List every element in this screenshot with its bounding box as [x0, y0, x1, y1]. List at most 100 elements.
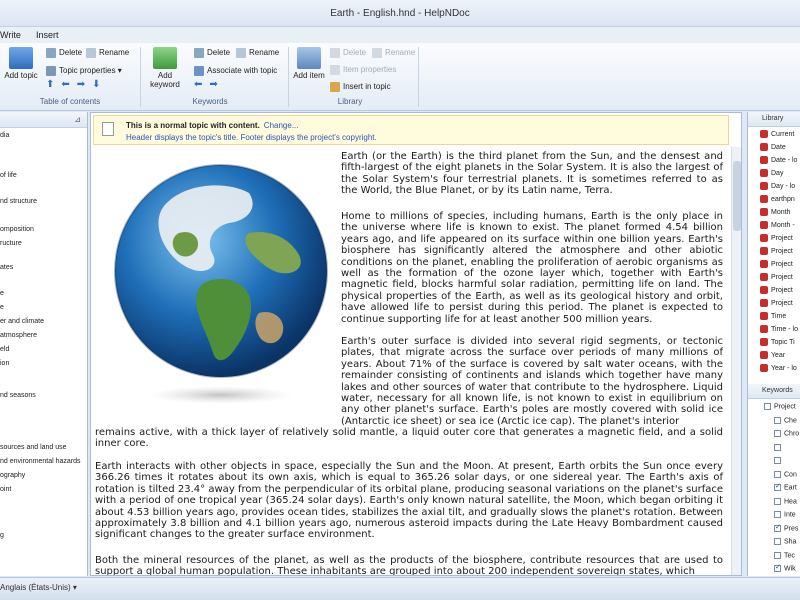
- library-item[interactable]: Day: [750, 169, 783, 177]
- library-item[interactable]: Month: [750, 208, 790, 216]
- delete-keyword-button[interactable]: Delete: [194, 47, 230, 59]
- keyword-item[interactable]: Sha: [750, 538, 796, 545]
- move-arrows[interactable]: ⬆⬅➡⬇: [46, 79, 108, 90]
- library-item[interactable]: Project: [750, 234, 793, 242]
- library-item[interactable]: earthpn: [750, 195, 795, 203]
- keyword-item[interactable]: Wik: [750, 563, 796, 572]
- table-of-contents-panel: ⊿ dia of life nd structure omposition ructur…: [0, 112, 88, 576]
- library-variable-icon: [760, 130, 768, 138]
- rename-icon: [372, 47, 382, 58]
- toc-item[interactable]: ography: [0, 472, 25, 479]
- keyword-item[interactable]: Project: [750, 403, 796, 410]
- keyword-checkbox[interactable]: [774, 482, 781, 491]
- language-selector[interactable]: Anglais (États-Unis) ▾: [0, 583, 77, 592]
- add-topic-button[interactable]: Add topic: [4, 47, 38, 80]
- toc-item[interactable]: omposition: [0, 226, 34, 233]
- paragraph: remains active, with a thick layer of re…: [95, 427, 723, 450]
- toc-item[interactable]: sources and land use: [0, 444, 67, 451]
- toc-item[interactable]: atmosphere: [0, 332, 37, 339]
- change-link[interactable]: Change...: [264, 121, 299, 130]
- topic-editor[interactable]: This is a normal topic with content. Chan…: [90, 112, 742, 576]
- delete-topic-button[interactable]: Delete: [46, 47, 82, 59]
- keyword-checkbox[interactable]: [774, 416, 781, 424]
- menu-insert[interactable]: Insert: [36, 30, 59, 40]
- library-item[interactable]: Date: [750, 143, 786, 151]
- library-item[interactable]: Time: [750, 312, 786, 320]
- toc-item[interactable]: ructure: [0, 240, 22, 247]
- keyword-label: Chro: [784, 430, 800, 438]
- keyword-checkbox[interactable]: [774, 538, 781, 545]
- keyword-item[interactable]: Inte: [750, 511, 796, 518]
- library-item[interactable]: Year - lo: [750, 364, 797, 372]
- toc-item[interactable]: e: [0, 290, 4, 297]
- keyword-checkbox[interactable]: [774, 511, 781, 518]
- library-item[interactable]: Date - lo: [750, 156, 797, 164]
- library-item[interactable]: Project: [750, 286, 793, 294]
- keyword-move-arrows[interactable]: ⬅➡: [194, 79, 225, 90]
- rename-item-button[interactable]: Rename: [372, 47, 415, 59]
- keyword-item[interactable]: Con: [750, 470, 797, 478]
- library-variable-icon: [760, 156, 768, 164]
- keyword-item[interactable]: Hea: [750, 497, 797, 505]
- keyword-checkbox[interactable]: [774, 430, 781, 437]
- add-keyword-button[interactable]: Add keyword: [148, 47, 182, 89]
- library-item-label: Time: [771, 312, 787, 320]
- library-item[interactable]: Project: [750, 260, 793, 268]
- keyword-checkbox[interactable]: [774, 563, 781, 572]
- toc-item[interactable]: ion: [0, 360, 9, 367]
- keyword-checkbox[interactable]: [774, 497, 781, 505]
- keyword-checkbox[interactable]: [774, 443, 781, 451]
- rename-icon: [86, 47, 96, 58]
- toc-item[interactable]: of life: [0, 172, 17, 179]
- keywords-group-label: Keywords: [192, 97, 228, 106]
- rename-topic-button[interactable]: Rename: [86, 47, 129, 59]
- menu-write[interactable]: Write: [0, 30, 21, 40]
- library-item[interactable]: Topic Ti: [750, 338, 795, 346]
- scrollbar-thumb[interactable]: [733, 161, 741, 231]
- toc-item[interactable]: oint: [0, 486, 11, 493]
- toc-item[interactable]: e: [0, 304, 4, 311]
- toc-item[interactable]: g: [0, 532, 4, 539]
- item-properties-button[interactable]: Item properties: [330, 64, 396, 76]
- add-item-button[interactable]: Add item: [292, 47, 326, 80]
- library-item[interactable]: Project: [750, 273, 793, 281]
- delete-item-button[interactable]: Delete: [330, 47, 366, 59]
- toc-item[interactable]: er and climate: [0, 318, 44, 325]
- keyword-item[interactable]: [750, 457, 784, 464]
- keyword-checkbox[interactable]: [774, 523, 781, 532]
- library-item[interactable]: Month -: [750, 221, 795, 229]
- toc-item[interactable]: nd environmental hazards: [0, 458, 81, 465]
- library-variable-icon: [760, 208, 768, 216]
- associate-topic-button[interactable]: Associate with topic: [194, 65, 277, 77]
- library-item[interactable]: Time - lo: [750, 325, 798, 333]
- library-item[interactable]: Project: [750, 247, 793, 255]
- toc-item[interactable]: dia: [0, 132, 9, 139]
- keyword-item[interactable]: Tec: [750, 551, 795, 559]
- keyword-checkbox[interactable]: [774, 551, 781, 559]
- pin-icon[interactable]: ⊿: [74, 115, 81, 124]
- keyword-item[interactable]: [750, 443, 784, 451]
- keyword-checkbox[interactable]: [774, 457, 781, 464]
- library-item[interactable]: Current: [750, 130, 794, 138]
- editor-scrollbar[interactable]: [731, 147, 741, 575]
- rename-keyword-button[interactable]: Rename: [236, 47, 279, 59]
- keyword-label: Tec: [784, 551, 795, 559]
- keyword-checkbox[interactable]: [774, 470, 781, 478]
- toc-item[interactable]: eld: [0, 346, 9, 353]
- keyword-item[interactable]: Eart: [750, 482, 797, 491]
- library-item[interactable]: Day - lo: [750, 182, 795, 190]
- keyword-item[interactable]: Chro: [750, 430, 799, 437]
- keyword-checkbox[interactable]: [764, 403, 771, 410]
- toc-item[interactable]: nd seasons: [0, 392, 36, 399]
- keyword-item[interactable]: Pres: [750, 523, 798, 532]
- group-separator: [418, 47, 419, 107]
- insert-in-topic-button[interactable]: Insert in topic: [330, 81, 391, 93]
- topic-properties-button[interactable]: Topic properties ▾: [46, 65, 122, 77]
- library-item[interactable]: Project: [750, 299, 793, 307]
- toc-item[interactable]: nd structure: [0, 198, 37, 205]
- library-item[interactable]: Year: [750, 351, 785, 359]
- keyword-item[interactable]: Che: [750, 416, 797, 424]
- library-variable-icon: [760, 195, 768, 203]
- toc-item[interactable]: ates: [0, 264, 13, 271]
- library-item-label: Project: [771, 286, 793, 294]
